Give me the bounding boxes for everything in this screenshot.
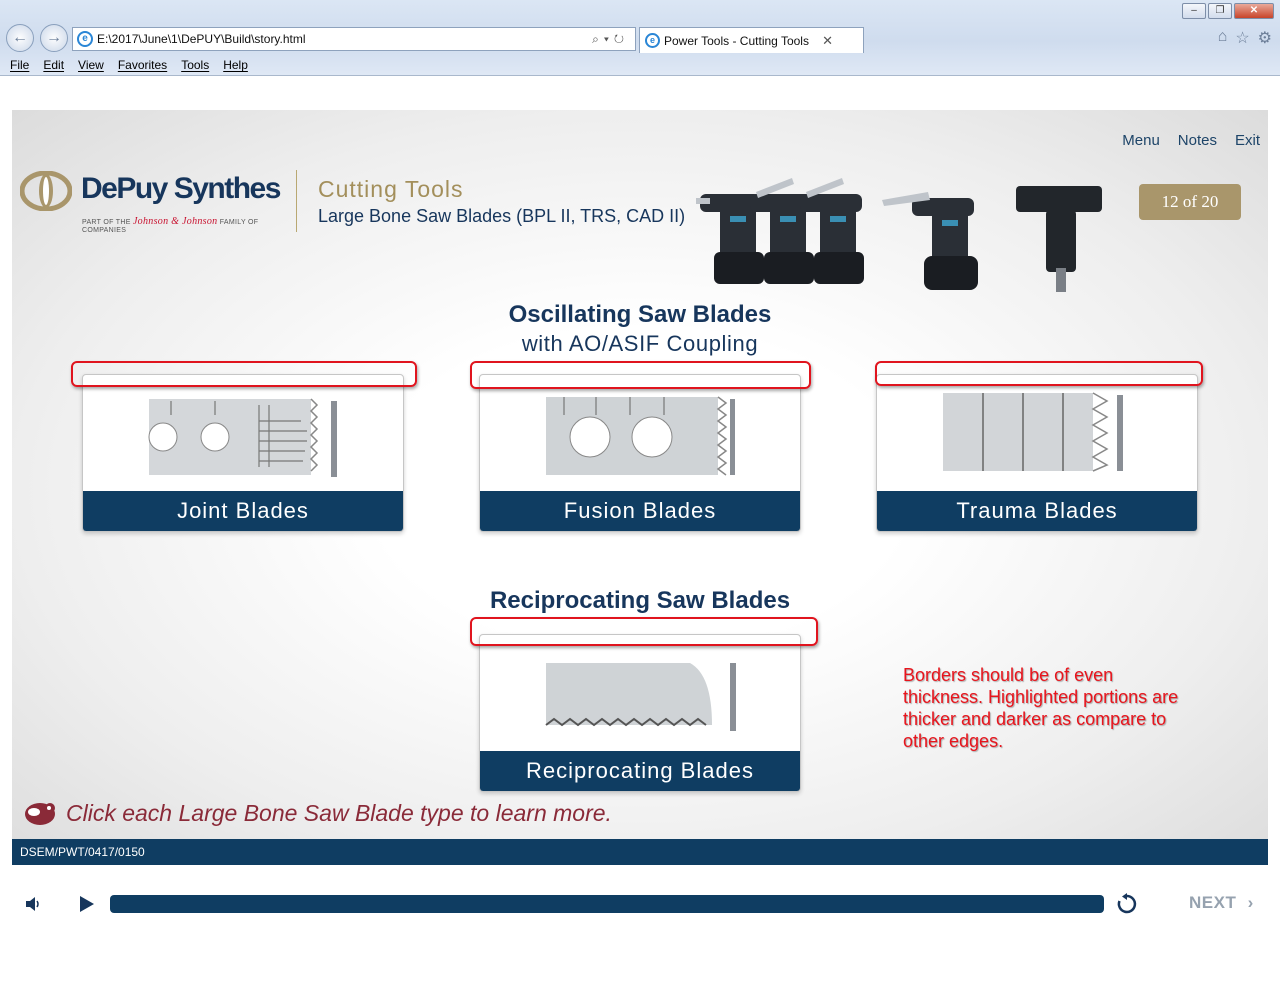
settings-gear-icon[interactable]: ⚙: [1258, 28, 1272, 48]
volume-icon[interactable]: [24, 894, 44, 914]
instruction-row: Click each Large Bone Saw Blade type to …: [22, 796, 612, 830]
footer-code: DSEM/PWT/0417/0150: [20, 845, 145, 859]
seek-bar[interactable]: [110, 895, 1104, 913]
reciprocating-blade-image: [545, 663, 736, 731]
review-highlight-fusion: [470, 361, 811, 389]
exit-link[interactable]: Exit: [1235, 132, 1260, 149]
course-subtitle: Large Bone Saw Blades (BPL II, TRS, CAD …: [318, 206, 686, 226]
back-button[interactable]: ←: [6, 24, 34, 52]
forward-button[interactable]: →: [40, 24, 68, 52]
trauma-blades-label: Trauma Blades: [877, 491, 1197, 531]
notes-link[interactable]: Notes: [1178, 132, 1217, 149]
next-label: NEXT: [1189, 893, 1237, 912]
power-tools-image: [696, 178, 1102, 292]
tab-title: Power Tools - Cutting Tools: [664, 34, 809, 48]
page-counter-badge: 12 of 20: [1139, 184, 1241, 220]
address-url: E:\2017\June\1\DePUY\Build\story.html: [97, 32, 306, 46]
address-tools-icons[interactable]: ⌕▾↻: [592, 28, 629, 50]
joint-blades-card[interactable]: Joint Blades: [82, 374, 404, 532]
reciprocating-blades-card[interactable]: Reciprocating Blades: [479, 634, 801, 792]
course-title: Cutting Tools: [318, 176, 464, 202]
close-tab-icon[interactable]: ✕: [822, 28, 833, 54]
fusion-blades-card[interactable]: Fusion Blades: [479, 374, 801, 532]
restore-button[interactable]: ❐: [1208, 3, 1232, 19]
menu-help[interactable]: Help: [223, 55, 248, 75]
favorites-star-icon[interactable]: ☆: [1235, 28, 1249, 48]
brand-name: DePuy Synthes: [81, 172, 281, 205]
instruction-text: Click each Large Bone Saw Blade type to …: [66, 799, 612, 826]
depuy-synthes-logo: DePuy Synthes PART OF THE Johnson & John…: [20, 168, 295, 238]
ie-icon: e: [77, 31, 93, 47]
play-icon[interactable]: [78, 894, 96, 914]
joint-blade-image: [148, 398, 337, 477]
review-highlight-joint: [71, 361, 417, 387]
header-divider: [296, 170, 297, 232]
next-button[interactable]: NEXT ›: [1189, 893, 1254, 913]
menu-edit[interactable]: Edit: [43, 55, 64, 75]
oscillating-subheading: with AO/ASIF Coupling: [521, 331, 759, 356]
review-annotation: Borders should be of even thickness. Hig…: [903, 665, 1179, 751]
trauma-blades-card[interactable]: Trauma Blades: [876, 374, 1198, 532]
menu-file[interactable]: File: [10, 55, 29, 75]
browser-chrome: – ❐ ✕ ← → e E:\2017\June\1\DePUY\Build\s…: [0, 0, 1280, 76]
review-highlight-reciprocating: [470, 617, 818, 646]
footer-code-bar: DSEM/PWT/0417/0150: [12, 839, 1268, 865]
menu-favorites[interactable]: Favorites: [118, 55, 167, 75]
replay-icon[interactable]: [1116, 893, 1138, 915]
home-icon[interactable]: ⌂: [1218, 28, 1228, 48]
menu-link[interactable]: Menu: [1122, 132, 1160, 149]
oscillating-heading: Oscillating Saw Blades: [508, 301, 772, 328]
reciprocating-blades-label: Reciprocating Blades: [480, 751, 800, 791]
player-controls: NEXT ›: [0, 880, 1280, 928]
ie-tab-icon: e: [645, 33, 660, 48]
screen: – ❐ ✕ ← → e E:\2017\June\1\DePUY\Build\s…: [0, 0, 1280, 984]
fusion-blades-label: Fusion Blades: [480, 491, 800, 531]
course-top-nav: Menu Notes Exit: [1122, 132, 1260, 149]
browser-tab[interactable]: e Power Tools - Cutting Tools ✕: [639, 27, 864, 53]
window-controls: – ❐ ✕: [1182, 3, 1274, 19]
minimize-button[interactable]: –: [1182, 3, 1206, 19]
tagline-pre: PART OF THE: [82, 219, 131, 226]
click-hand-icon: [25, 803, 55, 825]
depuy-synthes-mark-icon: [20, 171, 72, 211]
tagline-jj: Johnson & Johnson: [132, 216, 218, 227]
browser-toolbar-icons: ⌂ ☆ ⚙: [1218, 28, 1272, 48]
trauma-blade-image: [943, 392, 1123, 472]
joint-blades-label: Joint Blades: [83, 491, 403, 531]
review-highlight-trauma: [875, 361, 1203, 386]
brand-tagline: PART OF THE Johnson & Johnson FAMILY OF …: [82, 216, 295, 234]
address-bar[interactable]: e E:\2017\June\1\DePUY\Build\story.html …: [72, 27, 636, 51]
menu-view[interactable]: View: [78, 55, 104, 75]
reciprocating-heading: Reciprocating Saw Blades: [489, 587, 791, 614]
menu-tools[interactable]: Tools: [181, 55, 209, 75]
close-window-button[interactable]: ✕: [1234, 3, 1274, 19]
menu-bar: File Edit View Favorites Tools Help: [0, 55, 248, 75]
fusion-blade-image: [546, 396, 735, 476]
chevron-right-icon: ›: [1247, 893, 1254, 912]
